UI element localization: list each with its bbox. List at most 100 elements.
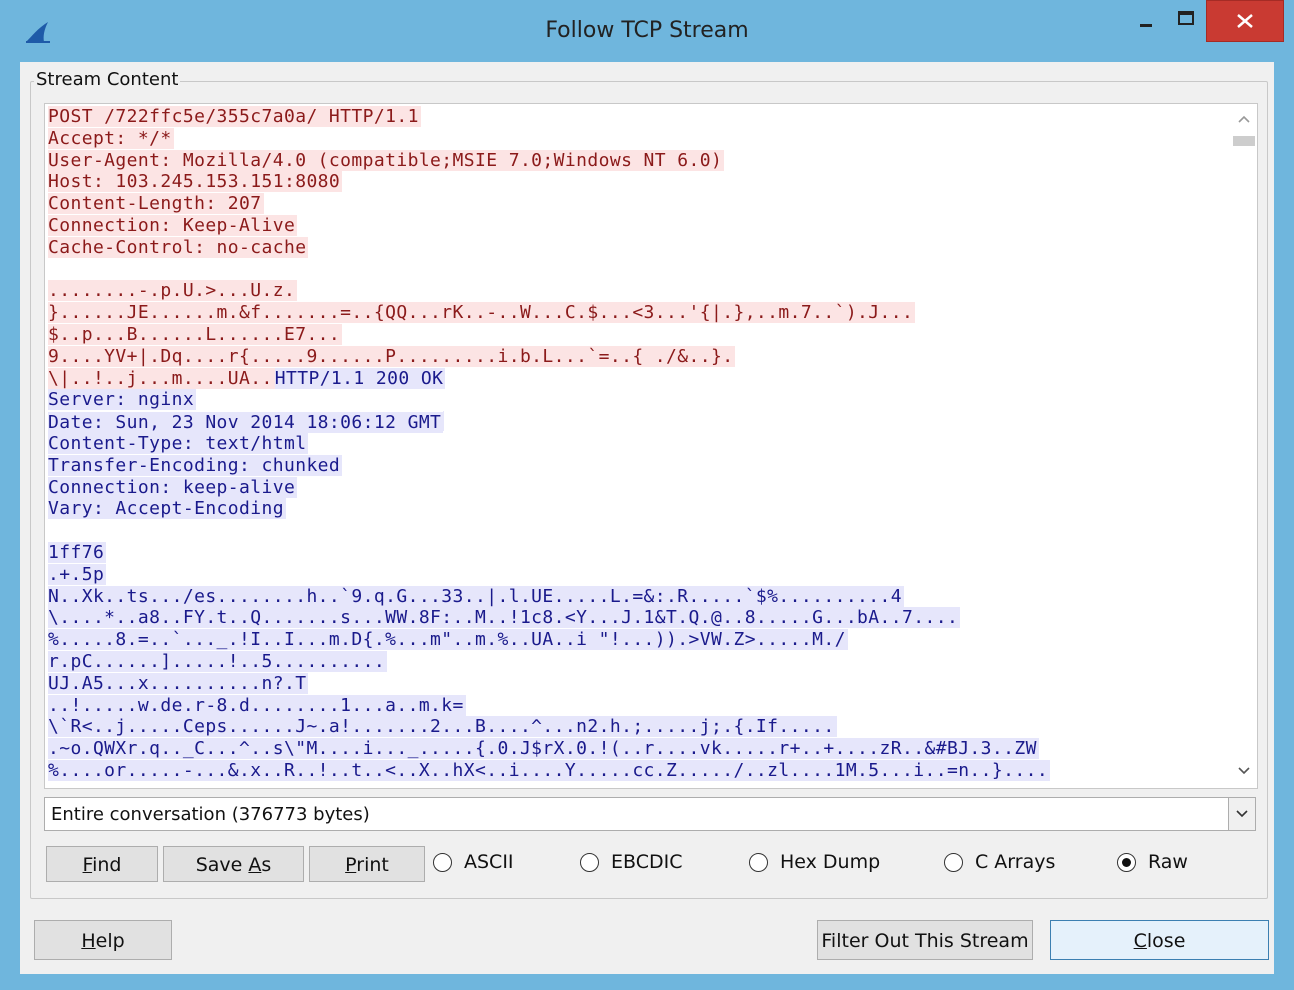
client-text: Accept: */*	[48, 127, 174, 149]
stream-line: Transfer-Encoding: chunked	[48, 454, 1050, 477]
help-button[interactable]: Help	[34, 920, 172, 960]
stream-line: Vary: Accept-Encoding	[48, 498, 1050, 520]
stream-line: \|..!..j...m....UA.. HTTP/1.1 200 OK	[48, 367, 1050, 390]
save-as-button[interactable]: Save As	[163, 846, 304, 882]
scroll-down-icon[interactable]	[1231, 758, 1257, 784]
stream-line: Content-Type: text/html	[48, 432, 1050, 455]
server-text: %....or.....-...&.x..R..!..t..<..X..hX<.…	[48, 759, 1051, 781]
stream-content-textarea[interactable]: POST /722ffc5e/355c7a0a/ HTTP/1.1 Accept:…	[44, 103, 1258, 789]
stream-line: .+.5p	[48, 563, 1050, 586]
client-text: Host: 103.245.153.151:8080	[48, 171, 343, 193]
radio-selected-dot	[1122, 858, 1131, 867]
server-text: \....*..a8..FY.t..Q.......s...WW.8F:..M.…	[48, 607, 961, 629]
server-text: ..!.....w.de.r-8.d........1...a..m.k=	[48, 694, 466, 716]
stream-line: N..Xk..ts.../es........h..`9.q.G...33..|…	[48, 585, 1050, 608]
radio-circle	[749, 853, 768, 872]
stream-line: Connection: Keep-Alive	[48, 214, 1050, 237]
stream-content-label: Stream Content	[34, 69, 181, 90]
stream-line: Connection: keep-alive	[48, 476, 1050, 499]
dialog-client-area: Stream Content POST /722ffc5e/355c7a0a/ …	[20, 62, 1274, 974]
stream-line: Cache-Control: no-cache	[48, 236, 1050, 259]
stream-line: POST /722ffc5e/355c7a0a/ HTTP/1.1	[48, 106, 1050, 128]
find-button[interactable]: Find	[46, 846, 158, 882]
chevron-down-icon	[1236, 810, 1248, 818]
close-icon	[1237, 14, 1253, 28]
radio-circle	[944, 853, 963, 872]
stream-blank-line	[48, 520, 1050, 542]
title-bar[interactable]: Follow TCP Stream	[8, 0, 1286, 62]
radio-label: EBCDIC	[611, 851, 683, 873]
print-button[interactable]: Print	[309, 846, 425, 882]
stream-line: r.pC......].....!..5..........	[48, 650, 1050, 673]
stream-line: %....or.....-...&.x..R..!..t..<..X..hX<.…	[48, 759, 1051, 782]
stream-line: }......JE......m.&f.......=..{QQ...rK..-…	[48, 302, 1050, 324]
client-text: Connection: Keep-Alive	[48, 214, 298, 236]
server-text: N..Xk..ts.../es........h..`9.q.G...33..|…	[48, 585, 905, 607]
conversation-select-value: Entire conversation (376773 bytes)	[51, 804, 370, 825]
server-text: 1ff76	[48, 541, 107, 563]
scroll-up-icon[interactable]	[1231, 106, 1257, 132]
stream-blank-line	[48, 259, 1050, 281]
radio-circle	[1117, 853, 1136, 872]
filter-out-stream-button[interactable]: Filter Out This Stream	[817, 920, 1033, 960]
stream-line: Server: nginx	[48, 389, 1050, 411]
server-text: HTTP/1.1 200 OK	[274, 367, 446, 389]
server-text: Server: nginx	[48, 389, 197, 411]
conversation-select-arrow[interactable]	[1228, 798, 1255, 830]
radio-label: ASCII	[464, 851, 514, 873]
stream-line: Accept: */*	[48, 127, 1050, 150]
stream-line: .~o.QWXr.q.._C...^..s\"M....i..._.....{.…	[48, 738, 1050, 760]
stream-line: ..!.....w.de.r-8.d........1...a..m.k=	[48, 694, 1050, 717]
client-text: User-Agent: Mozilla/4.0 (compatible;MSIE…	[48, 149, 725, 171]
server-text: Connection: keep-alive	[48, 476, 298, 498]
maximize-icon	[1178, 11, 1194, 25]
stream-line: Date: Sun, 23 Nov 2014 18:06:12 GMT	[48, 411, 1050, 434]
stream-line: %.....8.=..`..._.!I..I...m.D{.%...m"..m.…	[48, 629, 1050, 651]
minimize-icon	[1140, 24, 1152, 27]
stream-text[interactable]: POST /722ffc5e/355c7a0a/ HTTP/1.1 Accept:…	[48, 106, 1051, 782]
stream-line: UJ.A5...x..........n?.T	[48, 672, 1050, 695]
client-text: Cache-Control: no-cache	[48, 236, 309, 258]
server-text: r.pC......].....!..5..........	[48, 650, 388, 672]
client-text: $..p...B......L......E7...	[48, 323, 343, 345]
conversation-select[interactable]: Entire conversation (376773 bytes)	[44, 797, 1256, 831]
stream-line: Host: 103.245.153.151:8080	[48, 171, 1050, 193]
server-text: .~o.QWXr.q.._C...^..s\"M....i..._.....{.…	[48, 738, 1039, 760]
stream-line: Content-Length: 207	[48, 193, 1050, 215]
client-text: 9....YV+|.Dq....r{.....9......P.........…	[48, 345, 736, 367]
close-button[interactable]: Close	[1050, 920, 1269, 960]
close-window-button[interactable]	[1206, 0, 1284, 42]
client-text: ........-.p.U.>...U.z.	[48, 280, 298, 302]
stream-line: \....*..a8..FY.t..Q.......s...WW.8F:..M.…	[48, 607, 1050, 629]
stream-line: User-Agent: Mozilla/4.0 (compatible;MSIE…	[48, 149, 1050, 172]
server-text: Content-Type: text/html	[48, 432, 309, 454]
server-text: %.....8.=..`..._.!I..I...m.D{.%...m"..m.…	[48, 629, 848, 651]
maximize-button[interactable]	[1166, 0, 1206, 40]
radio-label: Raw	[1148, 851, 1188, 873]
radio-label: C Arrays	[975, 851, 1056, 873]
client-text: Content-Length: 207	[48, 193, 264, 215]
client-text: \|..!..j...m....UA..	[48, 367, 275, 389]
window-title: Follow TCP Stream	[545, 18, 749, 43]
radio-circle	[433, 853, 452, 872]
client-text: }......JE......m.&f.......=..{QQ...rK..-…	[48, 302, 916, 324]
server-text: \`R<..j.....Ceps......J~.a!.......2...B.…	[48, 716, 837, 738]
stream-line: $..p...B......L......E7...	[48, 323, 1050, 346]
text-caret	[443, 411, 445, 432]
radio-circle	[580, 853, 599, 872]
scroll-thumb[interactable]	[1233, 136, 1255, 146]
server-text: Vary: Accept-Encoding	[48, 498, 286, 520]
follow-tcp-stream-window: Follow TCP Stream Stream Content POST /7…	[8, 0, 1286, 982]
client-text: POST /722ffc5e/355c7a0a/ HTTP/1.1	[48, 106, 421, 127]
server-text: Transfer-Encoding: chunked	[48, 454, 343, 476]
vertical-scrollbar[interactable]	[1231, 104, 1257, 788]
radio-label: Hex Dump	[780, 851, 881, 873]
server-text: UJ.A5...x..........n?.T	[48, 672, 309, 694]
server-text: Date: Sun, 23 Nov 2014 18:06:12 GMT	[48, 412, 444, 434]
stream-line: 9....YV+|.Dq....r{.....9......P.........…	[48, 345, 1050, 368]
stream-line: \`R<..j.....Ceps......J~.a!.......2...B.…	[48, 716, 1050, 738]
server-text: .+.5p	[48, 563, 107, 585]
minimize-button[interactable]	[1128, 0, 1164, 40]
stream-line: ........-.p.U.>...U.z.	[48, 280, 1050, 302]
stream-line: 1ff76	[48, 541, 1050, 564]
